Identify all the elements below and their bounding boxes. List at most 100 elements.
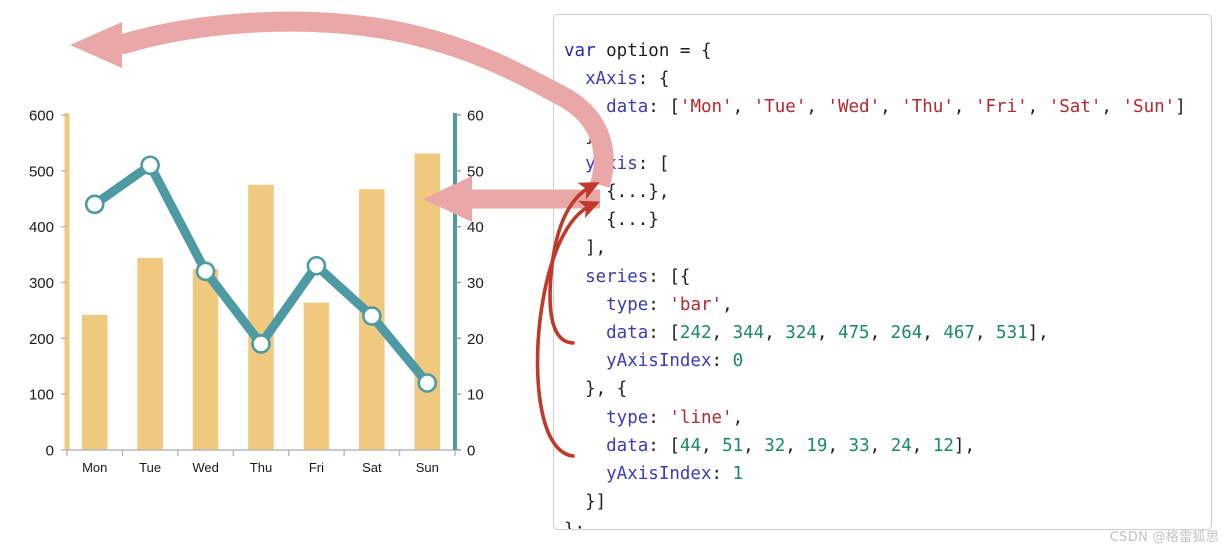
code-token: ,	[711, 323, 733, 344]
code-token: : [	[648, 435, 680, 456]
bar-series	[81, 153, 441, 451]
code-token: 'Sun'	[1122, 97, 1176, 118]
code-token: ,	[974, 323, 997, 344]
code-token: 'line'	[669, 407, 733, 428]
line-point-Fri[interactable]	[306, 255, 327, 276]
code-line: var option = {	[564, 41, 712, 61]
code-token: data	[564, 97, 649, 118]
code-line: {...}	[564, 210, 659, 230]
code-line: xAxis: {	[564, 69, 669, 89]
left-tick-label: 100	[29, 387, 54, 404]
line-point-Sun[interactable]	[417, 373, 438, 393]
watermark: CSDN @格雷狐思	[1109, 530, 1219, 545]
code-line: series: [{	[564, 267, 690, 287]
right-tick-label: 60	[467, 108, 484, 125]
bar-Thu[interactable]	[248, 184, 274, 451]
code-token: var	[564, 41, 596, 61]
code-token: 19	[806, 435, 828, 456]
code-token: xAxis	[564, 69, 638, 90]
code-line: yAxis: [	[564, 154, 669, 174]
line-point-Thu[interactable]	[251, 334, 271, 354]
left-y-axis: 0 100 200 300 400 500 600	[29, 108, 70, 460]
code-line: ],	[564, 238, 606, 258]
x-category-label: Thu	[250, 460, 272, 475]
code-token: 'Tue'	[753, 97, 807, 118]
bar-Wed[interactable]	[192, 269, 219, 450]
code-token: {...},	[564, 182, 670, 203]
code-token: 32	[764, 435, 786, 456]
right-tick-label: 40	[467, 219, 484, 236]
bar-Sun[interactable]	[414, 153, 441, 450]
code-token: 'Mon'	[679, 97, 733, 118]
code-token: ],	[564, 238, 607, 259]
line-point-Wed[interactable]	[195, 261, 216, 282]
code-token: option	[595, 41, 680, 61]
code-token: }]	[564, 492, 607, 513]
code-line: type: 'bar',	[564, 294, 732, 315]
x-category-label: Mon	[82, 460, 107, 475]
code-token: ,	[743, 435, 765, 456]
code-token: },	[564, 125, 607, 146]
code-token: 'Fri'	[974, 97, 1028, 118]
dual-axis-chart: 0100200300400500600Mon Tue Wed Thu Fri Sat Sun…	[29, 108, 484, 476]
code-line: },	[564, 126, 606, 146]
code-token: 12	[932, 435, 954, 456]
bar-Mon[interactable]	[81, 314, 108, 450]
right-tick-label: 20	[467, 331, 484, 348]
code-token: type	[564, 407, 649, 428]
code-line: type: 'line',	[564, 408, 743, 428]
code-line: }, {	[564, 379, 627, 399]
code-token: type	[564, 294, 649, 315]
bar-Tue[interactable]	[137, 257, 163, 450]
code-line: {...},	[564, 182, 669, 202]
left-tick-label: 200	[29, 331, 54, 348]
x-category-label: Sun	[416, 460, 439, 475]
code-token: series	[564, 266, 649, 287]
code-token: 1	[732, 464, 744, 485]
code-token: yAxis	[564, 153, 638, 174]
code-token: ,	[732, 407, 744, 428]
right-tick-label: 10	[467, 387, 484, 404]
code-token: ,	[816, 323, 838, 344]
left-tick-label: 0	[46, 443, 54, 460]
code-token: 51	[722, 435, 744, 456]
chart-panel: 0 100 200 300 400 500 600 Mon Tue Wed Thu Fri Sat Sun…	[0, 0, 540, 549]
code-token: :	[711, 464, 733, 485]
left-tick-label: 400	[29, 219, 54, 236]
code-token: ],	[1027, 323, 1049, 344]
code-line: yAxisIndex: 0	[564, 351, 743, 371]
code-token: : [{	[648, 266, 691, 287]
code-token: 264	[890, 323, 923, 344]
code-token: 467	[943, 323, 975, 344]
code-token: : [	[648, 323, 680, 344]
code-token: = {	[679, 41, 712, 61]
code-token: 475	[837, 323, 870, 344]
line-point-Mon[interactable]	[84, 194, 105, 215]
line-point-Tue[interactable]	[140, 155, 160, 176]
code-token: };	[564, 520, 585, 529]
code-token: : {	[637, 69, 670, 90]
code-token: : [	[637, 153, 670, 174]
code-token: 324	[785, 323, 817, 344]
right-tick-label: 50	[467, 163, 484, 180]
code-line: yAxisIndex: 1	[564, 464, 743, 484]
code-token: :	[711, 351, 733, 372]
x-category-label: Wed	[192, 460, 219, 475]
code-token: ,	[827, 435, 849, 456]
left-tick-label: 600	[29, 108, 54, 125]
code-line: data: [44, 51, 32, 19, 33, 24, 12],	[564, 436, 975, 456]
code-line: };	[564, 520, 585, 529]
code-panel: var option = { xAxis: { data : [ 'Mon', 'T…	[553, 14, 1212, 530]
code-token: ],	[953, 435, 975, 456]
code-token: 0	[732, 351, 744, 372]
line-point-Sat[interactable]	[362, 306, 382, 326]
code-block[interactable]: var option = { xAxis: { data : [ 'Mon', 'T…	[554, 15, 1211, 529]
code-token: }, {	[564, 379, 628, 400]
bar-Fri[interactable]	[303, 302, 330, 450]
code-token: 'Thu'	[901, 97, 954, 118]
code-token: ,	[869, 435, 891, 456]
code-token: 'Sat'	[1048, 97, 1102, 118]
x-category-label: Fri	[309, 460, 324, 475]
right-tick-label: 30	[467, 275, 484, 292]
code-token: ,	[700, 435, 723, 456]
